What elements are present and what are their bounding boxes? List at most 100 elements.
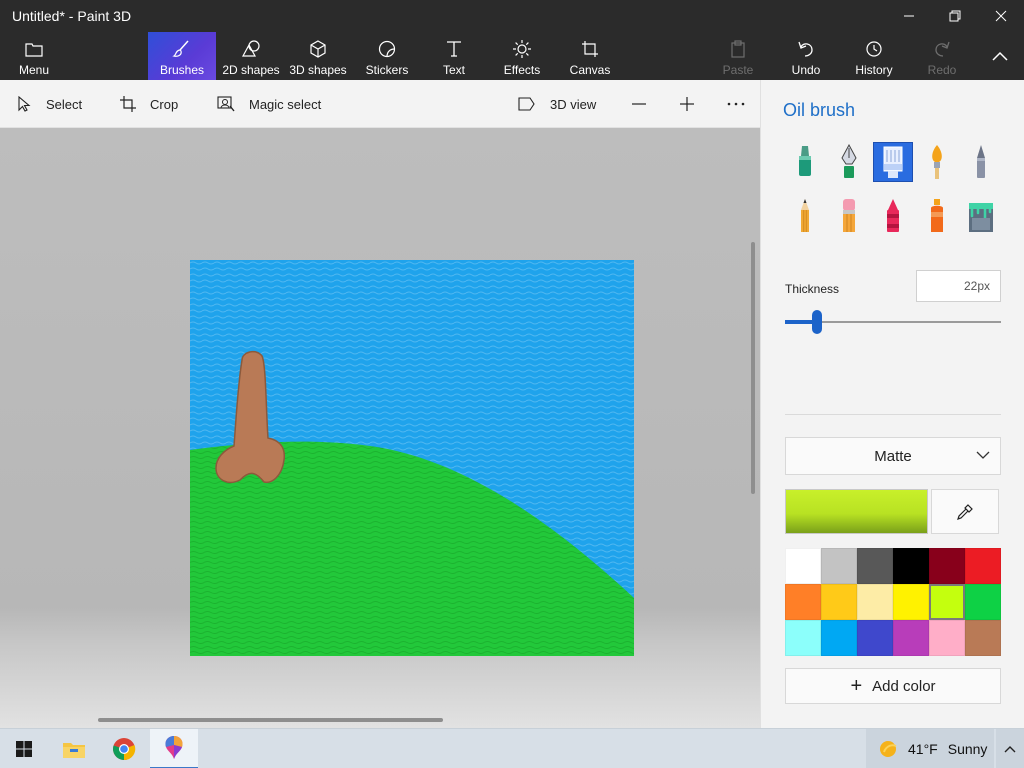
oil-brush-tool[interactable] [873,142,913,182]
magic-select-icon [217,96,235,112]
color-swatch[interactable] [929,548,965,584]
marker-tool[interactable] [785,142,825,182]
color-swatch[interactable] [965,620,1001,656]
crop-button[interactable]: Crop [120,80,178,128]
plus-icon: + [850,675,863,697]
minimize-button[interactable] [886,0,932,32]
color-swatch[interactable] [785,548,821,584]
tab-2d-shapes-label: 2D shapes [222,63,280,77]
color-swatch[interactable] [893,548,929,584]
pixel-pen-icon [977,145,985,178]
watercolor-tool[interactable] [917,142,957,182]
undo-button[interactable]: Undo [784,32,828,80]
restore-button[interactable] [932,0,978,32]
more-options-button[interactable] [726,80,746,128]
close-icon [995,10,1007,22]
canvas-drawing [190,260,634,656]
weather-widget[interactable]: 41°F Sunny [866,729,994,768]
crop-icon [120,96,136,112]
tab-effects-label: Effects [503,63,541,77]
magic-select-button[interactable]: Magic select [217,80,321,128]
calligraphy-pen-tool[interactable] [829,142,869,182]
fill-tool[interactable] [961,196,1001,236]
color-swatch[interactable] [821,620,857,656]
collapse-ribbon-button[interactable] [984,32,1016,80]
menu-button[interactable]: Menu [10,32,58,80]
color-swatch[interactable] [893,620,929,656]
color-swatch[interactable] [893,584,929,620]
oil-brush-icon [883,146,903,178]
tab-effects[interactable]: Effects [500,32,544,80]
tab-brushes-label: Brushes [159,63,205,77]
tab-text[interactable]: Text [432,32,476,80]
thickness-slider-thumb[interactable] [812,310,822,334]
start-button[interactable] [0,729,48,768]
undo-icon [797,38,815,60]
file-explorer-button[interactable] [50,729,98,768]
color-swatch[interactable] [857,620,893,656]
paint3d-taskbar-button[interactable] [150,729,198,768]
tab-3d-shapes[interactable]: 3D shapes [288,32,348,80]
thickness-input[interactable]: 22px [916,270,1001,302]
add-color-label: Add color [872,677,936,695]
horizontal-scrollbar[interactable] [98,718,443,722]
chrome-button[interactable] [100,729,148,768]
zoom-in-button[interactable] [678,80,696,128]
weather-condition: Sunny [947,741,988,757]
3d-view-button[interactable]: 3D view [518,80,596,128]
tab-canvas[interactable]: Canvas [566,32,614,80]
current-color-swatch[interactable] [785,489,928,534]
chrome-icon [113,738,136,761]
tab-stickers[interactable]: Stickers [362,32,412,80]
history-icon [865,38,883,60]
history-button[interactable]: History [850,32,898,80]
color-swatch[interactable] [821,584,857,620]
shapes-2d-icon [241,38,261,60]
color-swatch[interactable] [821,548,857,584]
select-label: Select [46,96,83,112]
color-swatch[interactable] [785,620,821,656]
color-swatch[interactable] [857,584,893,620]
eyedropper-button[interactable] [931,489,999,534]
fill-bucket-icon [969,203,993,232]
select-button[interactable]: Select [18,80,82,128]
color-swatch[interactable] [965,584,1001,620]
paste-button[interactable]: Paste [716,32,760,80]
close-button[interactable] [978,0,1024,32]
paste-label: Paste [722,63,754,77]
tab-2d-shapes[interactable]: 2D shapes [220,32,282,80]
plus-icon [680,97,694,111]
color-palette [785,548,1001,656]
color-swatch[interactable] [929,620,965,656]
crayon-tool[interactable] [873,196,913,236]
color-swatch[interactable] [785,584,821,620]
window-title: Untitled* - Paint 3D [12,8,132,24]
eraser-tool[interactable] [829,196,869,236]
drawing-canvas[interactable] [190,260,634,656]
color-swatch[interactable] [929,584,965,620]
magic-select-label: Magic select [249,96,322,112]
cursor-icon [18,96,32,112]
vertical-scrollbar[interactable] [751,242,755,494]
restore-icon [949,10,961,22]
folder-icon [63,743,85,758]
finish-dropdown[interactable]: Matte [785,437,1001,475]
color-swatch[interactable] [857,548,893,584]
pixel-pen-tool[interactable] [961,142,1001,182]
sticker-icon [378,38,396,60]
crayon-icon [887,199,899,232]
paint3d-icon [165,736,183,759]
cube-icon [309,38,327,60]
canvas-icon [581,38,599,60]
tray-chevron-button[interactable] [996,729,1024,768]
title-bar: Untitled* - Paint 3D [0,0,1024,32]
minimize-icon [904,15,914,17]
color-swatch[interactable] [965,548,1001,584]
add-color-button[interactable]: + Add color [785,668,1001,704]
zoom-out-button[interactable] [630,80,648,128]
watercolor-icon [932,145,942,179]
pencil-tool[interactable] [785,196,825,236]
redo-button[interactable]: Redo [920,32,964,80]
tab-brushes[interactable]: Brushes [148,32,216,80]
spray-can-tool[interactable] [917,196,957,236]
